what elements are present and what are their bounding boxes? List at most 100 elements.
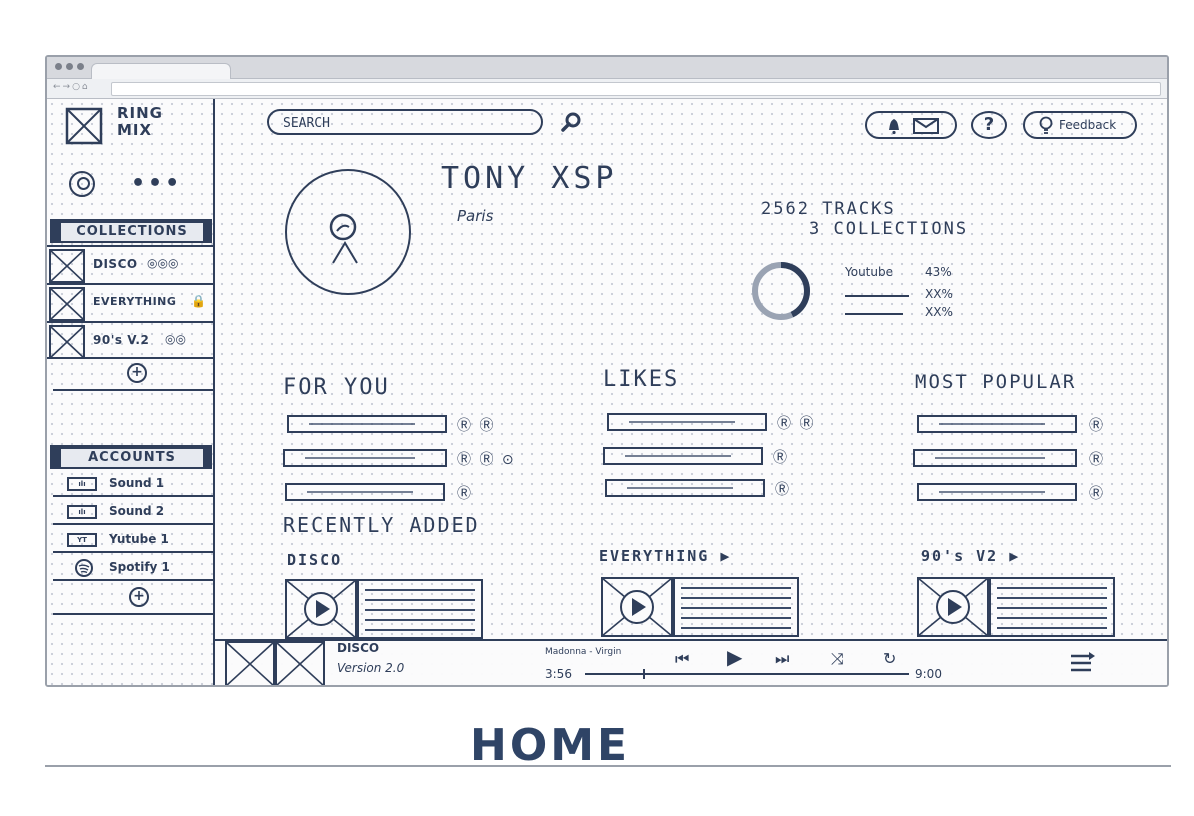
account-label: Yutube 1 bbox=[109, 532, 169, 546]
track-row[interactable] bbox=[285, 483, 445, 501]
track-row[interactable] bbox=[917, 483, 1077, 501]
album-details bbox=[673, 577, 799, 637]
track-row[interactable] bbox=[917, 415, 1077, 433]
album-cover-play-icon[interactable] bbox=[285, 579, 357, 639]
recent-album-90s[interactable] bbox=[917, 577, 1117, 637]
tracks-count: 2562 TRACKS bbox=[761, 199, 896, 219]
collaborators-icon: Ⓡ Ⓡ bbox=[457, 418, 496, 434]
address-bar[interactable] bbox=[111, 82, 1161, 96]
window-controls[interactable] bbox=[55, 63, 84, 70]
sidebar-account-sound-2[interactable]: ılı Sound 2 bbox=[53, 499, 213, 525]
track-row[interactable] bbox=[283, 449, 447, 467]
track-row[interactable] bbox=[287, 415, 447, 433]
track-row[interactable] bbox=[605, 479, 765, 497]
feedback-button[interactable]: Feedback bbox=[1023, 111, 1137, 139]
accounts-header: ACCOUNTS bbox=[50, 445, 212, 469]
collaborators-icon: Ⓡ bbox=[1089, 486, 1105, 502]
track-row[interactable] bbox=[607, 413, 767, 431]
now-playing-title: DISCO bbox=[337, 641, 380, 655]
collaborators-icon: Ⓡ bbox=[1089, 452, 1105, 468]
profile-picture[interactable] bbox=[285, 169, 411, 295]
likes-title: LIKES bbox=[603, 367, 680, 392]
track-row[interactable] bbox=[913, 449, 1077, 467]
collaborators-icon: Ⓡ bbox=[457, 486, 473, 502]
divider bbox=[45, 765, 1171, 767]
notifications-pill[interactable] bbox=[865, 111, 957, 139]
help-button[interactable]: ? bbox=[971, 111, 1007, 139]
now-playing-cover-icon[interactable] bbox=[225, 641, 325, 687]
browser-window: ←→○⌂ RING MIX ••• COLLECTIONS DISCO ◎◎◎ … bbox=[45, 55, 1169, 687]
time-total: 9:00 bbox=[915, 667, 942, 681]
spotify-icon bbox=[75, 559, 93, 577]
mail-icon[interactable] bbox=[913, 118, 939, 134]
person-placeholder-icon bbox=[329, 213, 358, 264]
more-options-icon[interactable]: ••• bbox=[131, 171, 182, 196]
album-cover-play-icon[interactable] bbox=[601, 577, 673, 637]
collection-thumbnail-icon bbox=[49, 325, 85, 359]
sidebar-collection-disco[interactable]: DISCO ◎◎◎ bbox=[47, 245, 213, 283]
queue-list-icon[interactable] bbox=[1069, 651, 1095, 675]
page-title: HOME bbox=[470, 720, 631, 771]
recent-collection-title[interactable]: 90's V2 ▶ bbox=[921, 547, 1020, 565]
album-cover-play-icon[interactable] bbox=[917, 577, 989, 637]
now-playing-subtitle: Version 2.0 bbox=[337, 661, 405, 675]
player-bar: DISCO Version 2.0 Madonna - Virgin 3:56 … bbox=[215, 639, 1167, 685]
collection-label: 90's V.2 bbox=[93, 333, 150, 347]
next-icon[interactable]: ⏭ bbox=[775, 649, 789, 669]
progress-slider[interactable] bbox=[585, 669, 909, 679]
legend-swatch bbox=[845, 313, 903, 315]
legend-value: XX% bbox=[925, 287, 953, 301]
collaborators-icon: Ⓡ Ⓡ bbox=[777, 416, 816, 432]
collection-label: EVERYTHING bbox=[93, 295, 177, 308]
search-input[interactable] bbox=[281, 114, 531, 132]
recent-album-everything[interactable] bbox=[601, 577, 801, 637]
sidebar-account-spotify-1[interactable]: Spotify 1 bbox=[53, 555, 213, 581]
bell-icon[interactable] bbox=[885, 117, 903, 135]
legend-label: Youtube bbox=[845, 265, 893, 279]
app-logo-text: RING MIX bbox=[117, 104, 163, 139]
previous-icon[interactable]: ⏮ bbox=[675, 649, 689, 669]
track-row[interactable] bbox=[603, 447, 763, 465]
user-avatar-icon[interactable] bbox=[69, 171, 95, 197]
sidebar: RING MIX ••• COLLECTIONS DISCO ◎◎◎ EVERY… bbox=[47, 99, 215, 685]
collections-header: COLLECTIONS bbox=[50, 219, 212, 243]
recent-collection-title[interactable]: DISCO bbox=[287, 551, 342, 569]
collection-thumbnail-icon bbox=[49, 249, 85, 283]
app-canvas: RING MIX ••• COLLECTIONS DISCO ◎◎◎ EVERY… bbox=[47, 99, 1167, 685]
browser-tab[interactable] bbox=[91, 63, 231, 80]
sidebar-account-youtube-1[interactable]: YT Yutube 1 bbox=[53, 527, 213, 553]
profile-city: Paris bbox=[457, 207, 494, 225]
sidebar-collection-90s[interactable]: 90's V.2 ◎◎ bbox=[47, 321, 213, 359]
sidebar-collection-everything[interactable]: EVERYTHING 🔒 bbox=[47, 283, 213, 321]
add-account-plus-icon[interactable]: + bbox=[129, 587, 149, 607]
search-box[interactable] bbox=[267, 109, 543, 135]
play-icon[interactable]: ▶ bbox=[727, 645, 742, 669]
recently-added-title: RECENTLY ADDED bbox=[283, 513, 480, 537]
collection-thumbnail-icon bbox=[49, 287, 85, 321]
add-collection-plus-icon[interactable]: + bbox=[127, 363, 147, 383]
collaborators-icon: Ⓡ bbox=[775, 482, 791, 498]
accounts-header-label: ACCOUNTS bbox=[61, 449, 203, 467]
shuffle-icon[interactable]: ⤨ bbox=[831, 649, 844, 669]
soundcloud-icon: ılı bbox=[67, 477, 97, 491]
sidebar-account-sound-1[interactable]: ılı Sound 1 bbox=[53, 471, 213, 497]
collaborators-icon: Ⓡ bbox=[773, 450, 789, 466]
divider bbox=[53, 389, 213, 391]
logo-placeholder-icon bbox=[65, 107, 103, 145]
time-current: 3:56 bbox=[545, 667, 572, 681]
nav-buttons-icon[interactable]: ←→○⌂ bbox=[53, 82, 90, 92]
soundcloud-icon: ılı bbox=[67, 505, 97, 519]
profile-name: TONY XSP bbox=[441, 161, 618, 196]
progress-handle[interactable] bbox=[643, 669, 646, 679]
youtube-icon: YT bbox=[67, 533, 97, 547]
recent-collection-title[interactable]: EVERYTHING ▶ bbox=[599, 547, 731, 565]
most-popular-title: MOST POPULAR bbox=[915, 371, 1077, 393]
search-icon[interactable] bbox=[560, 111, 582, 133]
collection-label: DISCO bbox=[93, 257, 138, 271]
browser-toolbar: ←→○⌂ bbox=[47, 79, 1167, 99]
recent-album-disco[interactable] bbox=[285, 579, 485, 639]
track-name: Madonna - Virgin bbox=[545, 647, 622, 657]
repeat-icon[interactable]: ↻ bbox=[883, 649, 896, 668]
for-you-title: FOR YOU bbox=[283, 375, 390, 400]
collaborators-icon: Ⓡ Ⓡ ⊙ bbox=[457, 452, 516, 468]
